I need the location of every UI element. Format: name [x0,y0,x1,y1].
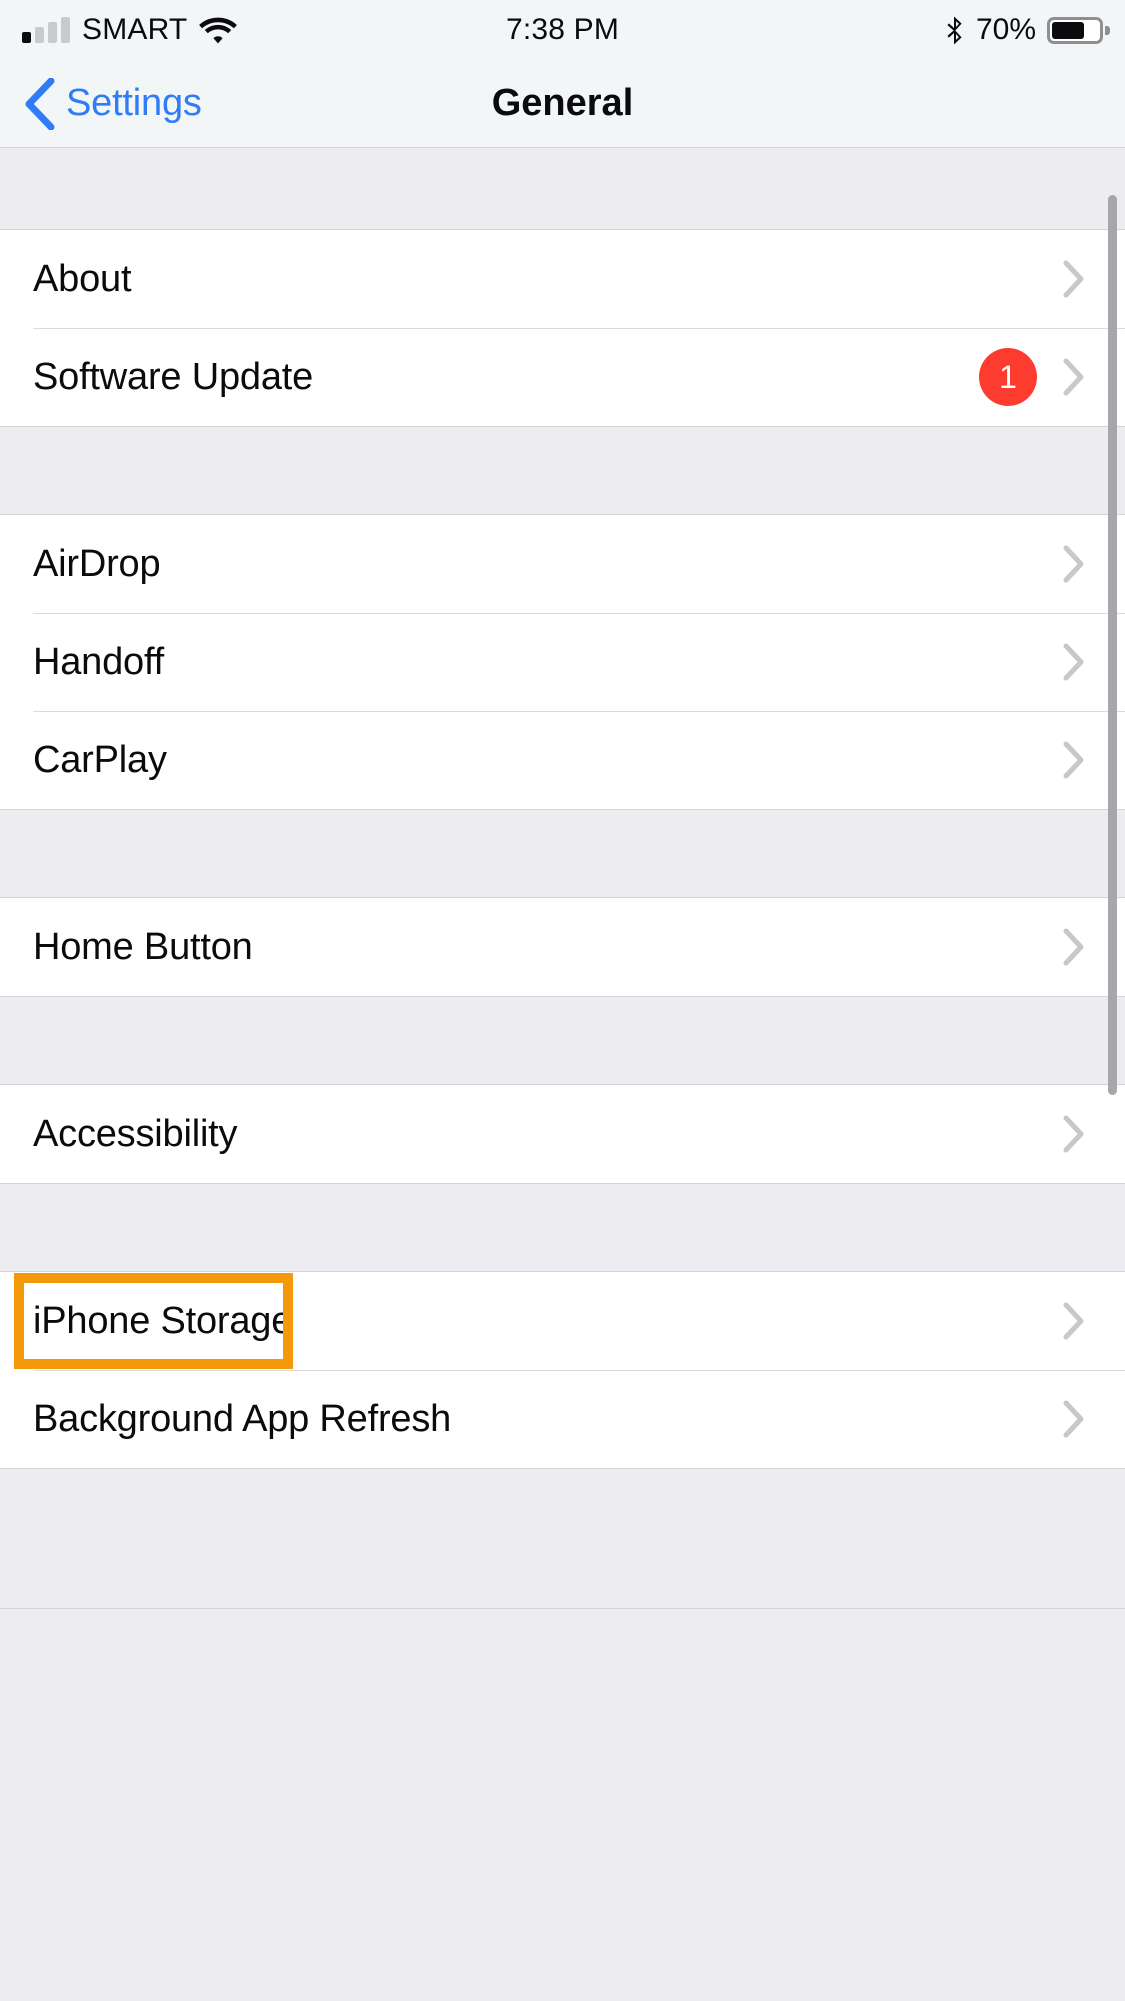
list-item-accessory [1063,1115,1085,1153]
chevron-left-icon [22,77,56,130]
chevron-right-icon [1063,1400,1085,1438]
group-gap [0,148,1125,230]
list-item[interactable]: Software Update 1 [0,328,1125,426]
list-item-accessory [1063,260,1085,298]
chevron-right-icon [1063,260,1085,298]
status-bar-left: SMART [22,13,238,47]
group-gap [0,1184,1125,1272]
group-gap [0,997,1125,1085]
list-item-accessory: 1 [979,348,1085,406]
list-item-label: Handoff [33,640,165,683]
list-item[interactable]: Accessibility [0,1085,1125,1183]
list-item-accessory [1063,643,1085,681]
chevron-right-icon [1063,1115,1085,1153]
iphone-settings-general-screen: SMART 7:38 PM 70% Settings General About… [0,0,1125,2001]
settings-group: Accessibility [0,1085,1125,1184]
cellular-signal-icon [22,17,70,43]
chevron-right-icon [1063,741,1085,779]
list-item-accessory [1063,1400,1085,1438]
battery-percent-label: 70% [975,13,1036,46]
list-item[interactable]: AirDrop [0,515,1125,613]
list-item[interactable]: CarPlay [0,711,1125,809]
list-item[interactable]: Home Button [0,898,1125,996]
list-item-label: Software Update [33,355,314,398]
list-item-accessory [1063,1302,1085,1340]
list-item[interactable]: Background App Refresh [0,1370,1125,1468]
settings-group: About Software Update 1 [0,230,1125,427]
chevron-right-icon [1063,358,1085,396]
group-gap [0,427,1125,515]
list-item-label: About [33,257,132,300]
settings-list: About Software Update 1 AirDrop Handoff CarPl… [0,148,1125,1609]
wifi-icon [199,17,238,44]
settings-group: iPhone Storage Background App Refresh [0,1272,1125,1469]
status-badge: 1 [979,348,1037,406]
back-button[interactable]: Settings [0,77,202,130]
list-item-label: Background App Refresh [33,1397,452,1440]
list-item[interactable]: About [0,230,1125,328]
vertical-scrollbar[interactable] [1108,195,1117,1095]
list-item-accessory [1063,928,1085,966]
status-bar: SMART 7:38 PM 70% [0,0,1125,60]
carrier-label: SMART [82,13,188,46]
list-item-label: CarPlay [33,738,167,781]
list-item-accessory [1063,741,1085,779]
list-item-label: AirDrop [33,542,161,585]
settings-group: AirDrop Handoff CarPlay [0,515,1125,810]
status-bar-right: 70% [945,13,1110,47]
chevron-right-icon [1063,928,1085,966]
settings-group: Home Button [0,898,1125,997]
group-gap [0,1469,1125,1609]
list-item-label: Accessibility [33,1112,238,1155]
list-item-label: Home Button [33,925,253,968]
chevron-right-icon [1063,643,1085,681]
group-gap [0,810,1125,898]
list-item-accessory [1063,545,1085,583]
back-button-label: Settings [66,82,202,124]
list-item[interactable]: Handoff [0,613,1125,711]
bluetooth-icon [945,16,965,45]
navigation-bar: Settings General [0,60,1125,148]
battery-icon [1047,16,1110,44]
list-item[interactable]: iPhone Storage [0,1272,1125,1370]
chevron-right-icon [1063,1302,1085,1340]
list-item-label: iPhone Storage [33,1299,293,1342]
chevron-right-icon [1063,545,1085,583]
